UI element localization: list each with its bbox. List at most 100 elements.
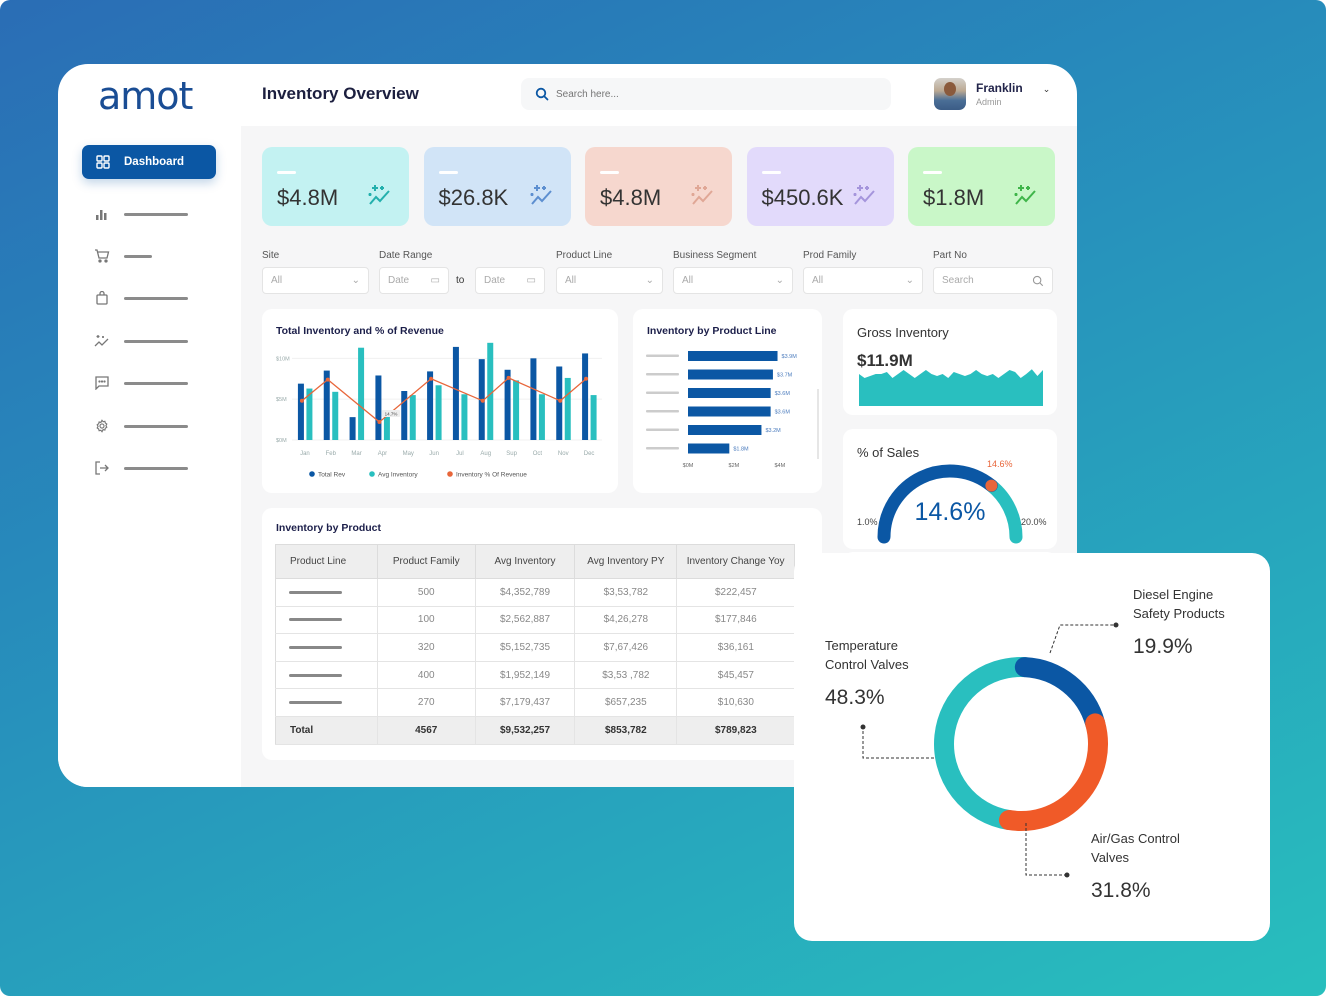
sidebar-item-logout[interactable] [94, 461, 188, 475]
bar-avg-inventory [461, 394, 468, 440]
x-tick-label: Sup [506, 451, 517, 457]
sidebar-item-label: Dashboard [124, 156, 185, 168]
kpi-card[interactable]: $450.6K [746, 147, 894, 226]
table-cell: $10,630 [676, 688, 795, 717]
y-tick-label: $0M [276, 438, 287, 444]
kpi-value: $26.8K [438, 185, 509, 210]
sidebar-item-label [124, 212, 188, 216]
kpi-label-placeholder [761, 171, 781, 174]
kpi-card[interactable]: $4.8M [585, 147, 732, 226]
avatar [934, 78, 966, 110]
part-no-search[interactable]: Search [933, 267, 1053, 294]
chevron-down-icon: ⌄ [351, 275, 360, 286]
gauge-max-label: 20.0% [1021, 517, 1047, 527]
product-line-chart-card: Inventory by Product Line $3.9M $3.7M $3.6… [633, 309, 822, 493]
kpi-card[interactable]: $26.8K [423, 147, 571, 226]
bar-total-rev [452, 346, 459, 440]
calendar-icon: ▭ [430, 275, 440, 286]
column-header[interactable]: Inventory Change Yoy [676, 544, 795, 579]
gauge-marker [985, 479, 998, 492]
table-row[interactable]: 100 $2,562,887 $4,26,278 $177,846 [275, 606, 795, 635]
bar-avg-inventory [513, 380, 520, 440]
line-point [325, 377, 330, 382]
sidebar-item-insights[interactable] [94, 334, 188, 348]
business-segment-select[interactable]: All ⌄ [673, 267, 793, 294]
bar-value-label: $3.2M [765, 428, 781, 434]
bar-avg-inventory [435, 385, 442, 440]
table-row[interactable]: 500 $4,352,789 $3,53,782 $222,457 [275, 578, 795, 607]
column-header[interactable]: Avg Inventory PY [574, 544, 678, 579]
line-point [480, 398, 485, 403]
sidebar-item-settings[interactable] [94, 419, 188, 433]
slice-label-airgas: Air/Gas Control Valves [1091, 831, 1180, 865]
sidebar-item-orders[interactable] [94, 291, 188, 305]
bar-total-rev [375, 375, 382, 440]
table-cell: $4,352,789 [474, 578, 575, 607]
donut-slice [1014, 657, 1106, 734]
kpi-card[interactable]: $4.8M [262, 147, 409, 226]
x-tick-label: Nov [558, 451, 569, 457]
table-cell: $5,152,735 [474, 633, 575, 662]
user-menu[interactable]: Franklin Admin ⌄ [934, 78, 1050, 110]
table-cell: 100 [376, 606, 476, 635]
leader-line [1049, 624, 1116, 654]
bar-total-rev [530, 358, 537, 440]
filter-label-part-no: Part No [933, 250, 967, 261]
bar-total-rev [297, 383, 304, 440]
sidebar-item-label [124, 254, 152, 258]
leader-line [862, 727, 934, 759]
logo[interactable]: amot [98, 77, 193, 115]
inventory-table-card: Inventory by Product Product Line Product… [262, 508, 822, 760]
kpi-value: $4.8M [600, 185, 662, 210]
table-cell: $657,235 [574, 688, 677, 717]
search-input[interactable] [556, 88, 856, 100]
sidebar-item-dashboard[interactable]: Dashboard [82, 145, 216, 179]
table-row[interactable]: 400 $1,952,149 $3,53 ,782 $45,457 [275, 661, 795, 690]
site-select[interactable]: All ⌄ [262, 267, 369, 294]
table-row[interactable]: 320 $5,152,735 $7,67,426 $36,161 [275, 633, 795, 662]
sidebar-item-messages[interactable] [94, 376, 188, 390]
column-header[interactable]: Product Line [275, 544, 378, 579]
table-cell: 270 [376, 688, 476, 717]
product-line-select[interactable]: All ⌄ [556, 267, 663, 294]
x-tick-label: Dec [584, 451, 595, 457]
prod-family-select[interactable]: All ⌄ [803, 267, 923, 294]
total-cell: 4567 [376, 716, 476, 745]
sidebar-item-label [124, 466, 188, 470]
x-tick-label: $2M [729, 463, 740, 469]
table-cell: $7,67,426 [574, 633, 677, 662]
table-cell: $177,846 [676, 606, 795, 635]
kpi-card[interactable]: $1.8M [908, 147, 1055, 226]
chevron-down-icon[interactable]: ⌄ [1043, 84, 1051, 95]
column-header[interactable]: Product Family [376, 544, 476, 579]
kpi-value: $1.8M [923, 185, 985, 210]
leader-dot [1113, 622, 1119, 628]
message-icon [95, 376, 109, 390]
sidebar-item-analytics[interactable] [94, 207, 188, 221]
table-row[interactable]: 270 $7,179,437 $657,235 $10,630 [275, 688, 795, 717]
product-line-cell [275, 578, 378, 607]
sidebar-item-label [124, 424, 188, 428]
donut-slice [998, 713, 1108, 831]
user-name: Franklin [976, 81, 1023, 95]
bar-value-label: $3.7M [777, 373, 793, 379]
total-cell: $853,782 [574, 716, 677, 745]
sparkle-trend-icon [94, 335, 109, 347]
date-from-input[interactable]: Date ▭ [379, 267, 449, 294]
category-label-placeholder [646, 354, 679, 357]
gross-inventory-card: Gross Inventory $11.9M [843, 309, 1057, 415]
search-icon [535, 87, 549, 101]
search-bar[interactable] [521, 78, 891, 110]
chevron-down-icon: ⌄ [645, 275, 654, 286]
site-value: All [271, 275, 283, 286]
bar [688, 351, 778, 361]
sidebar [58, 126, 241, 787]
sidebar-item-cart[interactable] [94, 249, 152, 263]
date-to-input[interactable]: Date ▭ [475, 267, 545, 294]
x-tick-label: Aug [480, 451, 491, 457]
product-line-placeholder [289, 618, 342, 622]
x-tick-label: May [403, 451, 414, 457]
legend-label: Avg Inventory [378, 472, 418, 479]
pct-sales-card: % of Sales 14.6% 14.6% 1.0% 20.0% [843, 429, 1057, 549]
column-header[interactable]: Avg Inventory [474, 544, 576, 579]
